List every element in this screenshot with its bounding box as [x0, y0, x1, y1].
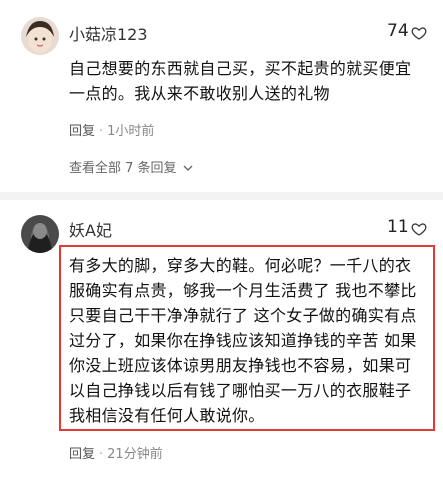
username[interactable]: 妖A妃 — [69, 217, 112, 241]
username[interactable]: 小菇凉123 — [69, 21, 148, 45]
comment-text-line: 一点的。我从来不敢收别人送的礼物 — [69, 84, 330, 103]
like-count: 74 — [387, 21, 409, 41]
comment-text-line: 服确实有点贵，够我一个月生活费了 我也不攀比 — [69, 281, 417, 300]
comment-text-line: 我相信没有任何人敢说你。 — [69, 406, 265, 425]
heart-outline-icon[interactable] — [411, 25, 427, 41]
avatar[interactable] — [21, 17, 59, 55]
reply-button[interactable]: 回复 — [69, 447, 95, 462]
comment-text: 有多大的脚，穿多大的鞋。何必呢？一千八的衣 服确实有点贵，够我一个月生活费了 我… — [69, 253, 417, 428]
comment-text-line: 过分了，如果你在挣钱应该知道挣钱的辛苦 如果 — [69, 331, 417, 350]
comment-text: 自己想要的东西就自己买，买不起贵的就买便宜 一点的。我从来不敢收别人送的礼物 — [69, 56, 411, 106]
comment-meta: 回复 · 1小时前 — [69, 120, 154, 139]
avatar[interactable] — [21, 215, 59, 253]
comment-text-line: 只要自己干干净净就行了 这个女子做的确实有点 — [69, 306, 417, 325]
comment-text-line: 自己想要的东西就自己买，买不起贵的就买便宜 — [69, 59, 412, 78]
separator-dot: · — [99, 447, 104, 462]
comment-text-line: 以自己挣钱以后有钱了哪怕买一万八的衣服鞋子 — [69, 381, 412, 400]
comment-text-line: 你没上班应该体谅男朋友挣钱也不容易，如果可 — [69, 356, 412, 375]
reply-button[interactable]: 回复 — [69, 124, 95, 139]
comment-text-line: 有多大的脚，穿多大的鞋。何必呢？一千八的衣 — [69, 256, 412, 275]
timestamp: 21分钟前 — [107, 447, 163, 462]
timestamp: 1小时前 — [107, 124, 155, 139]
comment-meta: 回复 · 21分钟前 — [69, 443, 163, 462]
view-all-label[interactable]: 查看全部 7 条回复 — [69, 161, 177, 176]
like-count: 11 — [387, 217, 409, 237]
view-all-replies[interactable]: 查看全部 7 条回复 — [69, 157, 193, 176]
chevron-down-icon — [183, 165, 193, 171]
divider — [0, 192, 443, 200]
separator-dot: · — [99, 124, 104, 139]
heart-outline-icon[interactable] — [411, 221, 427, 237]
